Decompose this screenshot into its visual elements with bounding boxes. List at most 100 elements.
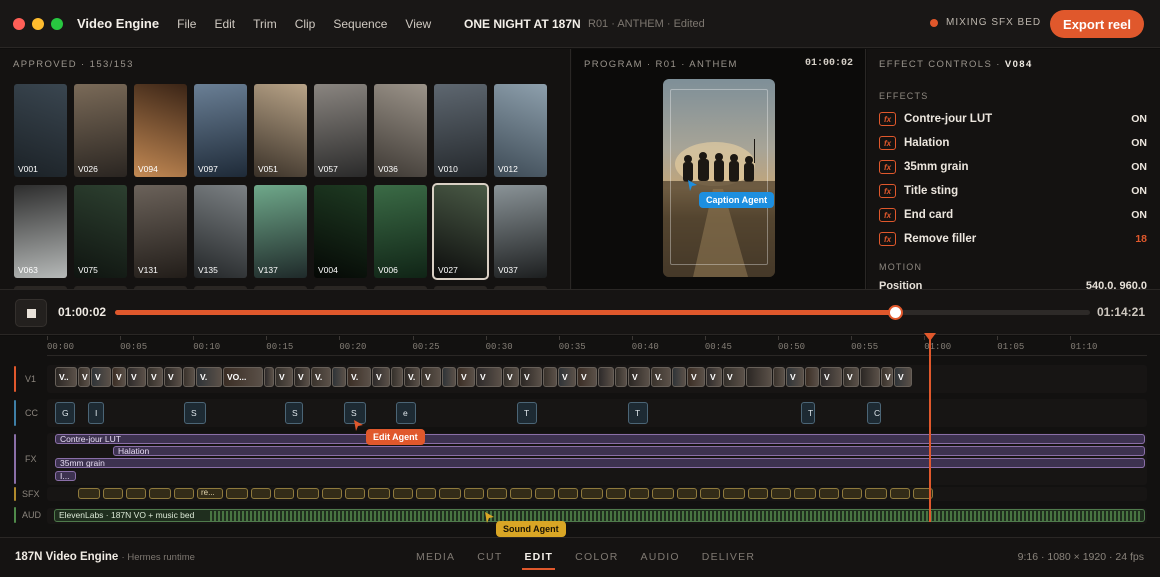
caption-clip[interactable]: T (628, 402, 648, 424)
effect-value[interactable]: ON (1131, 137, 1147, 149)
video-clip[interactable]: VO... (223, 367, 263, 387)
media-thumb-v131[interactable]: V131 (134, 185, 187, 278)
video-clip[interactable] (391, 367, 403, 387)
effect-row[interactable]: fx Title sting ON (879, 183, 1147, 199)
effect-value[interactable]: ON (1131, 185, 1147, 197)
sfx-clip[interactable] (819, 488, 839, 499)
video-clip[interactable]: V (78, 367, 90, 387)
caption-clip[interactable]: S (184, 402, 206, 424)
video-clip[interactable]: V. (311, 367, 331, 387)
sfx-clip[interactable] (535, 488, 555, 499)
media-thumb-v057[interactable]: V057 (314, 84, 367, 177)
sfx-clip[interactable] (581, 488, 603, 499)
track-label-fx[interactable]: FX (14, 434, 46, 484)
video-clip[interactable]: V (786, 367, 804, 387)
sfx-clip[interactable] (174, 488, 194, 499)
media-thumb-v004[interactable]: V004 (314, 185, 367, 278)
video-clip[interactable]: V. (404, 367, 420, 387)
caption-clip[interactable]: S (285, 402, 303, 424)
stop-button[interactable] (15, 299, 47, 327)
video-clip[interactable] (332, 367, 346, 387)
menu-trim[interactable]: Trim (253, 17, 277, 31)
video-clip[interactable]: V (476, 367, 502, 387)
sfx-clip[interactable]: re... (197, 488, 223, 499)
fx-clip-grain[interactable]: 35mm grain (55, 458, 1145, 468)
media-thumb-v037[interactable]: V037 (494, 185, 547, 278)
sfx-clip[interactable] (794, 488, 816, 499)
media-thumb-v012[interactable]: V012 (494, 84, 547, 177)
video-clip[interactable]: V (127, 367, 146, 387)
effect-row[interactable]: fx End card ON (879, 207, 1147, 223)
video-clip[interactable]: V (577, 367, 597, 387)
video-clip[interactable] (183, 367, 195, 387)
sfx-clip[interactable] (297, 488, 319, 499)
tab-color[interactable]: COLOR (575, 551, 618, 563)
menu-sequence[interactable]: Sequence (333, 17, 387, 31)
sfx-clip[interactable] (558, 488, 578, 499)
caption-clip[interactable]: C (867, 402, 881, 424)
timeline-ruler[interactable]: 00:00 00:05 00:10 00:15 00:20 00:25 00:30 00:35… (47, 336, 1147, 356)
media-thumb-v075[interactable]: V075 (74, 185, 127, 278)
video-clip[interactable]: V (881, 367, 893, 387)
video-clip[interactable]: V (628, 367, 650, 387)
video-clip[interactable]: V (687, 367, 705, 387)
export-reel-button[interactable]: Export reel (1050, 10, 1144, 38)
menu-clip[interactable]: Clip (295, 17, 316, 31)
effect-row[interactable]: fx Remove filler 18 (879, 231, 1147, 247)
sfx-clip[interactable] (274, 488, 294, 499)
sfx-clip[interactable] (677, 488, 697, 499)
caption-clip[interactable]: e (396, 402, 416, 424)
sfx-clip[interactable] (126, 488, 146, 499)
sfx-clip[interactable] (322, 488, 342, 499)
video-clip[interactable] (746, 367, 772, 387)
track-label-sfx[interactable]: SFX (14, 487, 46, 501)
sfx-clip[interactable] (464, 488, 484, 499)
sfx-clip[interactable] (393, 488, 413, 499)
sfx-clip[interactable] (439, 488, 461, 499)
sfx-clip[interactable] (890, 488, 910, 499)
sfx-clip[interactable] (345, 488, 365, 499)
media-thumb-v027[interactable]: V027 (432, 183, 489, 280)
video-clip[interactable] (773, 367, 785, 387)
media-thumb-v137[interactable]: V137 (254, 185, 307, 278)
aud-lane[interactable]: ElevenLabs · 187N VO + music bed (47, 508, 1147, 524)
scrub-bar[interactable] (115, 305, 1090, 320)
zoom-window-button[interactable] (51, 17, 63, 30)
video-clip[interactable]: V (558, 367, 576, 387)
track-label-cc[interactable]: CC (14, 400, 46, 426)
effect-value[interactable]: ON (1131, 161, 1147, 173)
tab-cut[interactable]: CUT (477, 551, 502, 563)
video-clip[interactable]: V (147, 367, 163, 387)
caption-clip[interactable]: G (55, 402, 75, 424)
video-clip[interactable]: V (820, 367, 842, 387)
track-label-v1[interactable]: V1 (14, 366, 46, 392)
cc-lane[interactable]: G I S S Se T T T C (47, 399, 1147, 427)
video-clip[interactable]: V (894, 367, 912, 387)
position-row[interactable]: Position 540.0, 960.0 (879, 280, 1147, 289)
media-thumb-v051[interactable]: V051 (254, 84, 307, 177)
fx-clip-halation[interactable]: Halation (113, 446, 1145, 456)
sfx-clip[interactable] (251, 488, 271, 499)
sfx-clip[interactable] (629, 488, 649, 499)
video-clip[interactable] (860, 367, 880, 387)
video-clip[interactable]: V. (196, 367, 222, 387)
sfx-clip[interactable] (103, 488, 123, 499)
effect-row[interactable]: fx Halation ON (879, 135, 1147, 151)
media-thumb-v010[interactable]: V010 (434, 84, 487, 177)
fx-clip-contre-jour[interactable]: Contre-jour LUT (55, 434, 1145, 444)
position-value[interactable]: 540.0, 960.0 (1086, 280, 1147, 289)
effect-row[interactable]: fx 35mm grain ON (879, 159, 1147, 175)
video-clip[interactable] (805, 367, 819, 387)
sfx-clip[interactable] (226, 488, 248, 499)
fx-clip-short[interactable]: I... (55, 471, 76, 481)
media-thumb-v001[interactable]: V001 (14, 84, 67, 177)
video-clip[interactable]: V (723, 367, 745, 387)
media-thumb-v026[interactable]: V026 (74, 84, 127, 177)
menu-file[interactable]: File (177, 17, 196, 31)
sfx-clip[interactable] (606, 488, 626, 499)
sfx-clip[interactable] (700, 488, 720, 499)
video-clip[interactable] (264, 367, 274, 387)
sfx-clip[interactable] (865, 488, 887, 499)
sfx-clip[interactable] (842, 488, 862, 499)
menu-view[interactable]: View (405, 17, 431, 31)
